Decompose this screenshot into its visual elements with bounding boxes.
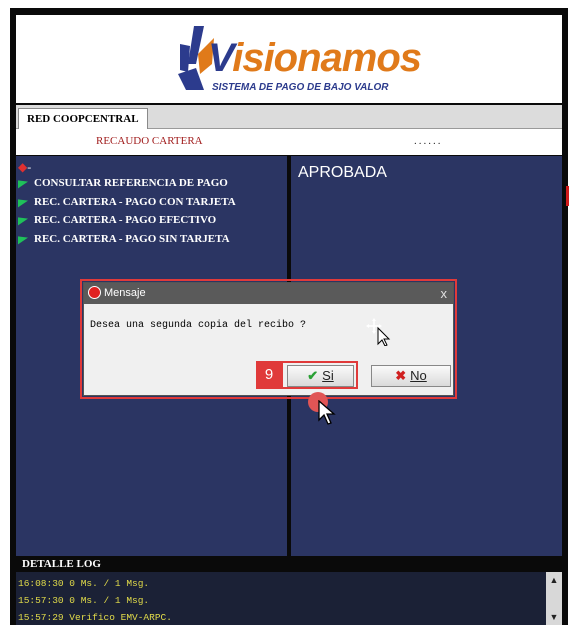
sub-header: RECAUDO CARTERA ......: [16, 129, 562, 155]
log-area: 16:08:30 0 Ms. / 1 Msg. 15:57:30 0 Ms. /…: [16, 572, 546, 625]
green-arrow-icon: [18, 234, 28, 245]
menu-item-label: CONSULTAR REFERENCIA DE PAGO: [34, 177, 228, 189]
scroll-up-icon[interactable]: ▲: [546, 574, 562, 586]
tab-red-coopcentral[interactable]: RED COOPCENTRAL: [18, 108, 148, 129]
log-line: 15:57:29 Verifico EMV-ARPC.: [18, 612, 172, 623]
tab-bar: RED COOPCENTRAL: [16, 105, 562, 129]
menu-item-consultar[interactable]: CONSULTAR REFERENCIA DE PAGO: [18, 177, 228, 189]
progress-dots: ......: [414, 135, 443, 147]
back-diamond-icon: ◆: [18, 160, 28, 174]
alert-icon: [88, 286, 101, 299]
menu-item-pago-sin-tarjeta[interactable]: REC. CARTERA - PAGO SIN TARJETA: [18, 233, 230, 245]
log-scrollbar[interactable]: ▲ ▼: [546, 572, 562, 625]
green-arrow-icon: [18, 178, 28, 189]
menu-item-label: REC. CARTERA - PAGO CON TARJETA: [34, 196, 236, 208]
log-header: DETALLE LOG: [16, 557, 562, 572]
log-line: 15:57:30 0 Ms. / 1 Msg.: [18, 595, 150, 606]
close-icon[interactable]: x: [441, 283, 448, 304]
menu-item-pago-con-tarjeta[interactable]: REC. CARTERA - PAGO CON TARJETA: [18, 196, 236, 208]
green-arrow-icon: [18, 197, 28, 208]
brand-name-initial: V: [208, 36, 233, 80]
log-line: 16:08:30 0 Ms. / 1 Msg.: [18, 578, 150, 589]
yes-button-highlight: [281, 361, 358, 389]
transaction-status: APROBADA: [298, 164, 387, 181]
move-cursor-icon: [366, 318, 391, 346]
brand-logo-text: Visionamos: [208, 36, 422, 81]
brand-name-rest: isionamos: [232, 36, 422, 80]
scroll-down-icon[interactable]: ▼: [546, 611, 562, 623]
section-title: RECAUDO CARTERA: [96, 135, 203, 147]
no-button-label: No: [410, 368, 427, 383]
edge-marker: [566, 186, 569, 206]
menu-back-label: -: [27, 160, 32, 174]
menu-back-item[interactable]: ◆-: [18, 160, 31, 175]
pointer-cursor-icon: [318, 400, 336, 425]
green-arrow-icon: [18, 215, 28, 226]
dialog-message: Desea una segunda copia del recibo ?: [90, 320, 307, 331]
step-badge: 9: [256, 361, 282, 389]
brand-tagline: SISTEMA DE PAGO DE BAJO VALOR: [212, 82, 389, 93]
dialog-titlebar[interactable]: Mensaje x: [84, 283, 453, 304]
dialog-title: Mensaje: [104, 287, 146, 299]
menu-item-label: REC. CARTERA - PAGO EFECTIVO: [34, 214, 217, 226]
no-button[interactable]: ✖ No: [371, 365, 451, 387]
menu-item-label: REC. CARTERA - PAGO SIN TARJETA: [34, 233, 230, 245]
x-icon: ✖: [395, 368, 407, 383]
menu-item-pago-efectivo[interactable]: REC. CARTERA - PAGO EFECTIVO: [18, 214, 216, 226]
